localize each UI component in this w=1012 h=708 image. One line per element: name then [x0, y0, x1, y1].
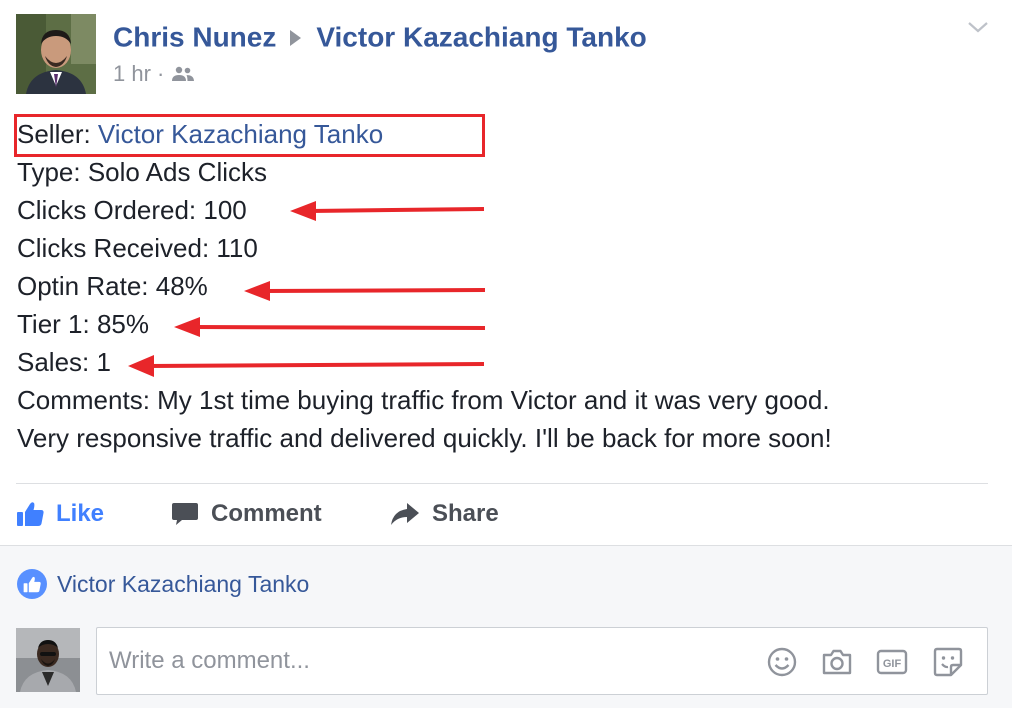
actions-divider [16, 483, 988, 484]
arrow-clicks-ordered-icon [290, 201, 485, 221]
sticker-icon[interactable] [931, 645, 965, 679]
like-label: Like [56, 500, 105, 527]
comment-input[interactable] [109, 644, 749, 678]
post-body: Seller: Victor Kazachiang Tanko Type: So… [17, 115, 1002, 457]
clicks-ordered-line: Clicks Ordered: 100 [17, 195, 247, 225]
arrow-optin-rate-icon [244, 281, 486, 301]
camera-icon[interactable] [820, 645, 854, 679]
liker-name-link[interactable]: Victor Kazachiang Tanko [57, 571, 309, 598]
comments-line-2: Very responsive traffic and delivered qu… [17, 423, 832, 453]
post-timestamp[interactable]: 1 hr [113, 61, 151, 86]
likes-summary: Victor Kazachiang Tanko [17, 568, 309, 600]
comment-button[interactable]: Comment [171, 494, 322, 534]
post-options-chevron-icon[interactable] [966, 18, 990, 36]
like-reaction-icon [17, 569, 47, 599]
comments-section: Victor Kazachiang Tanko GIF [0, 545, 1012, 708]
post-header: Chris Nunez Victor Kazachiang Tanko [113, 20, 647, 54]
comments-line-1: Comments: My 1st time buying traffic fro… [17, 385, 830, 415]
tier1-line: Tier 1: 85% [17, 309, 149, 339]
share-label: Share [432, 500, 499, 527]
comment-bubble-icon [172, 503, 198, 525]
author-name-link[interactable]: Chris Nunez [113, 22, 276, 53]
comment-label: Comment [211, 500, 322, 527]
arrow-tier1-icon [174, 317, 486, 337]
gif-icon[interactable]: GIF [875, 645, 909, 679]
post-card: Chris Nunez Victor Kazachiang Tanko 1 hr … [0, 0, 1012, 545]
author-avatar[interactable] [16, 14, 96, 94]
seller-highlight-box [14, 114, 485, 157]
share-button[interactable]: Share [390, 494, 499, 534]
comment-composer: GIF [96, 627, 988, 695]
triangle-right-icon [290, 29, 302, 46]
like-button[interactable]: Like [16, 494, 104, 534]
target-name-link[interactable]: Victor Kazachiang Tanko [316, 22, 646, 53]
emoji-icon[interactable] [765, 645, 799, 679]
type-line: Type: Solo Ads Clicks [17, 157, 267, 187]
meta-dot: · [157, 61, 171, 87]
friends-icon[interactable] [171, 65, 195, 83]
svg-text:GIF: GIF [883, 658, 902, 670]
thumbs-up-icon [17, 502, 44, 526]
clicks-received-line: Clicks Received: 110 [17, 233, 258, 263]
share-arrow-icon [391, 503, 419, 525]
post-meta: 1 hr · [113, 60, 195, 87]
optin-rate-line: Optin Rate: 48% [17, 271, 208, 301]
commenter-avatar[interactable] [16, 628, 80, 692]
arrow-sales-icon [128, 355, 485, 377]
